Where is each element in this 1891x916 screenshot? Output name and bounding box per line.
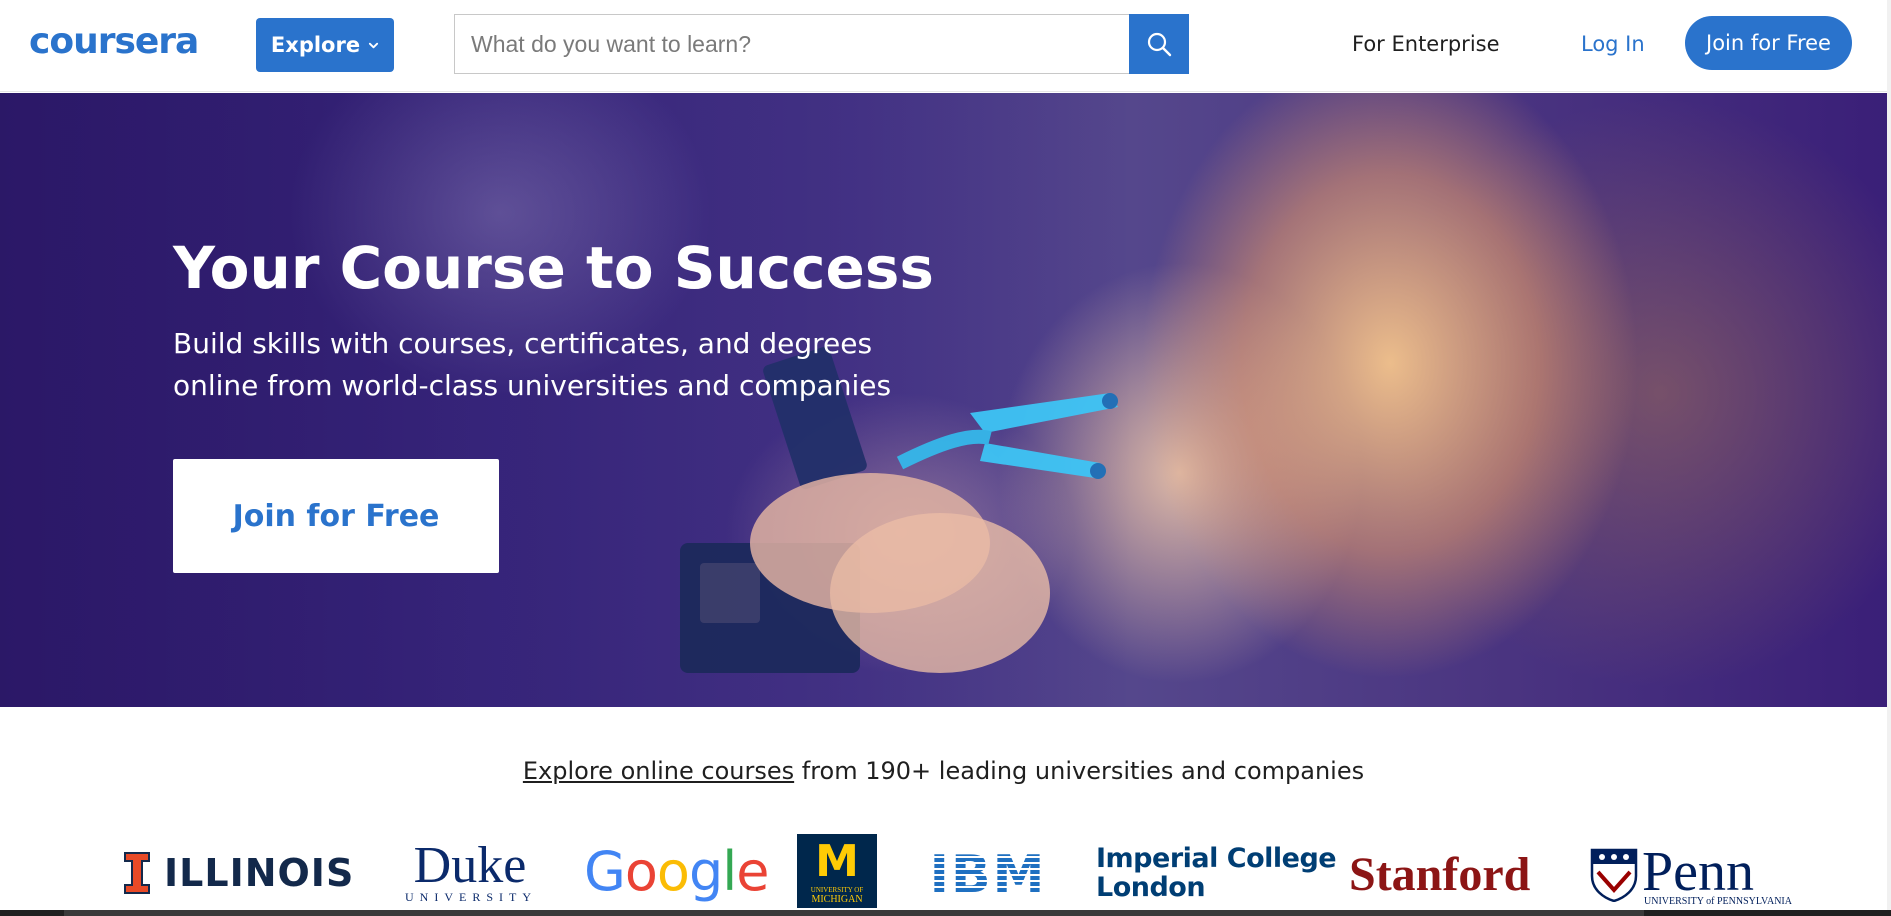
google-logo[interactable]: Google (584, 840, 769, 903)
stanford-logo[interactable]: Stanford (1349, 848, 1530, 902)
ibm-striped-wordmark: IBM (926, 846, 1050, 898)
hero-subtitle-line-2: online from world-class universities and… (173, 369, 892, 402)
google-letter: g (688, 840, 723, 903)
join-for-free-header-button[interactable]: Join for Free (1685, 16, 1852, 70)
explore-button[interactable]: Explore (256, 18, 394, 72)
michigan-block-m: M (815, 836, 859, 887)
google-letter: o (656, 840, 690, 903)
partners-tagline-rest: from 190+ leading universities and compa… (794, 757, 1365, 785)
penn-wordmark: Penn (1642, 841, 1754, 903)
hero-title: Your Course to Success (173, 234, 934, 302)
imperial-line-1: Imperial College (1096, 843, 1337, 874)
search-input[interactable] (455, 15, 1189, 73)
duke-subtext: UNIVERSITY (405, 890, 537, 904)
top-navigation-bar: coursera Explore For Enterprise Log In J… (0, 0, 1891, 92)
duke-wordmark: Duke (413, 837, 527, 894)
explore-label: Explore (270, 33, 361, 57)
duke-logo[interactable]: Duke UNIVERSITY (405, 837, 537, 905)
partners-tagline: Explore online courses from 190+ leading… (0, 755, 1887, 787)
illinois-block-i-icon (124, 852, 150, 894)
google-wordmark: Google (584, 840, 769, 903)
google-letter: o (624, 840, 658, 903)
michigan-logo[interactable]: M UNIVERSITY OF MICHIGAN (797, 834, 877, 908)
chevron-down-icon (368, 42, 379, 48)
log-in-link[interactable]: Log In (1581, 29, 1645, 59)
google-letter: e (736, 840, 769, 903)
horizontal-scrollbar-thumb[interactable] (64, 910, 1644, 916)
imperial-line-2: London (1096, 872, 1206, 903)
hero-subtitle: Build skills with courses, certificates,… (173, 323, 933, 407)
penn-subtext: UNIVERSITY of PENNSYLVANIA (1644, 896, 1792, 907)
google-letter: l (722, 840, 737, 903)
for-enterprise-link[interactable]: For Enterprise (1352, 29, 1500, 59)
vertical-scrollbar[interactable] (1887, 0, 1891, 916)
horizontal-scrollbar[interactable] (0, 910, 1891, 916)
michigan-subtext-1: UNIVERSITY OF (810, 886, 864, 894)
penn-shield-icon (1590, 848, 1638, 902)
penn-logo[interactable]: Penn UNIVERSITY of PENNSYLVANIA (1590, 841, 1820, 907)
hero-subtitle-line-1: Build skills with courses, certificates,… (173, 327, 873, 360)
michigan-subtext-2: MICHIGAN (811, 894, 863, 905)
hero-banner: Your Course to Success Build skills with… (0, 93, 1887, 707)
search-icon (1147, 32, 1172, 57)
imperial-college-logo[interactable]: Imperial College London (1096, 843, 1337, 903)
coursera-logo[interactable]: coursera (29, 22, 199, 62)
google-letter: G (584, 840, 626, 903)
illinois-logo[interactable]: ILLINOIS (124, 851, 355, 895)
join-for-free-hero-button[interactable]: Join for Free (173, 459, 499, 573)
illinois-wordmark: ILLINOIS (164, 851, 355, 895)
ibm-logo[interactable]: IBM (926, 846, 1050, 903)
search-box (454, 14, 1189, 74)
search-button[interactable] (1129, 14, 1189, 74)
explore-online-courses-link[interactable]: Explore online courses (523, 757, 794, 785)
